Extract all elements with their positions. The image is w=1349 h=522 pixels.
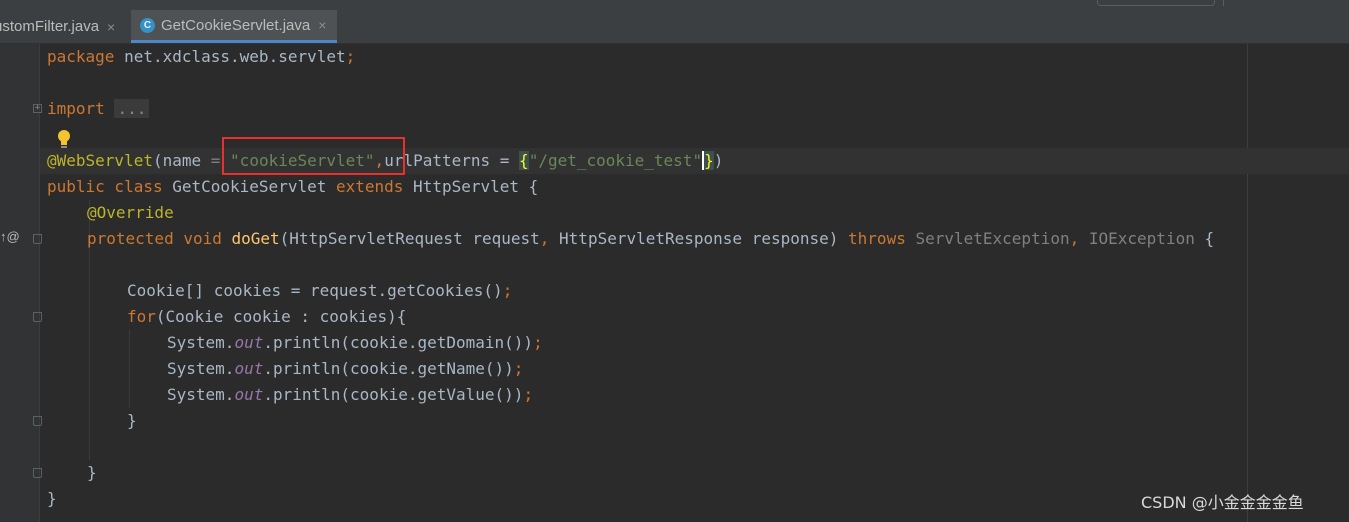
fold-end-icon[interactable] [33, 468, 42, 478]
toolbar-widget[interactable] [1097, 0, 1215, 6]
fold-collapse-icon[interactable] [33, 234, 42, 244]
code-editor[interactable]: package net.xdclass.web.servlet; import … [47, 44, 1214, 512]
code-line-17: } [87, 463, 97, 482]
code-line-7: @Override [87, 203, 174, 222]
override-marker-icon[interactable]: ↑@ [0, 229, 20, 244]
code-line-12: System.out.println(cookie.getDomain()); [167, 333, 543, 352]
folded-imports[interactable]: ... [114, 99, 150, 118]
fold-collapse-icon[interactable] [33, 312, 42, 322]
code-line-1: package net.xdclass.web.servlet; [47, 47, 356, 66]
code-line-11: for(Cookie cookie : cookies){ [127, 307, 407, 326]
code-line-10: Cookie[] cookies = request.getCookies(); [127, 281, 513, 300]
gutter-separator [39, 44, 40, 522]
code-line-8: protected void doGet(HttpServletRequest … [87, 229, 1215, 248]
code-line-18: } [47, 489, 57, 508]
tab-label: ustomFilter.java [0, 18, 100, 35]
close-icon[interactable]: × [318, 17, 326, 33]
code-line-14: System.out.println(cookie.getValue()); [167, 385, 534, 404]
code-line-15: } [127, 411, 137, 430]
code-line-3: import ... [47, 96, 1214, 122]
right-margin-guide [1247, 44, 1248, 522]
fold-expand-icon[interactable]: + [33, 104, 42, 113]
tab-customfilter[interactable]: ustomFilter.java × [0, 10, 128, 43]
editor-tab-bar: ustomFilter.java × C GetCookieServlet.ja… [0, 0, 1349, 44]
line-gutter[interactable] [0, 44, 40, 522]
tab-label: GetCookieServlet.java [161, 16, 311, 34]
code-line-6: public class GetCookieServlet extends Ht… [47, 177, 539, 196]
java-class-icon: C [140, 17, 155, 33]
close-icon[interactable]: × [107, 19, 115, 35]
tab-getcookieservlet[interactable]: C GetCookieServlet.java × [131, 10, 337, 43]
code-line-13: System.out.println(cookie.getName()); [167, 359, 524, 378]
watermark: CSDN @小金金金金鱼 [1141, 493, 1304, 512]
toolbar-divider [1223, 0, 1224, 6]
fold-end-icon[interactable] [33, 416, 42, 426]
highlight-annotation-box [222, 137, 405, 175]
